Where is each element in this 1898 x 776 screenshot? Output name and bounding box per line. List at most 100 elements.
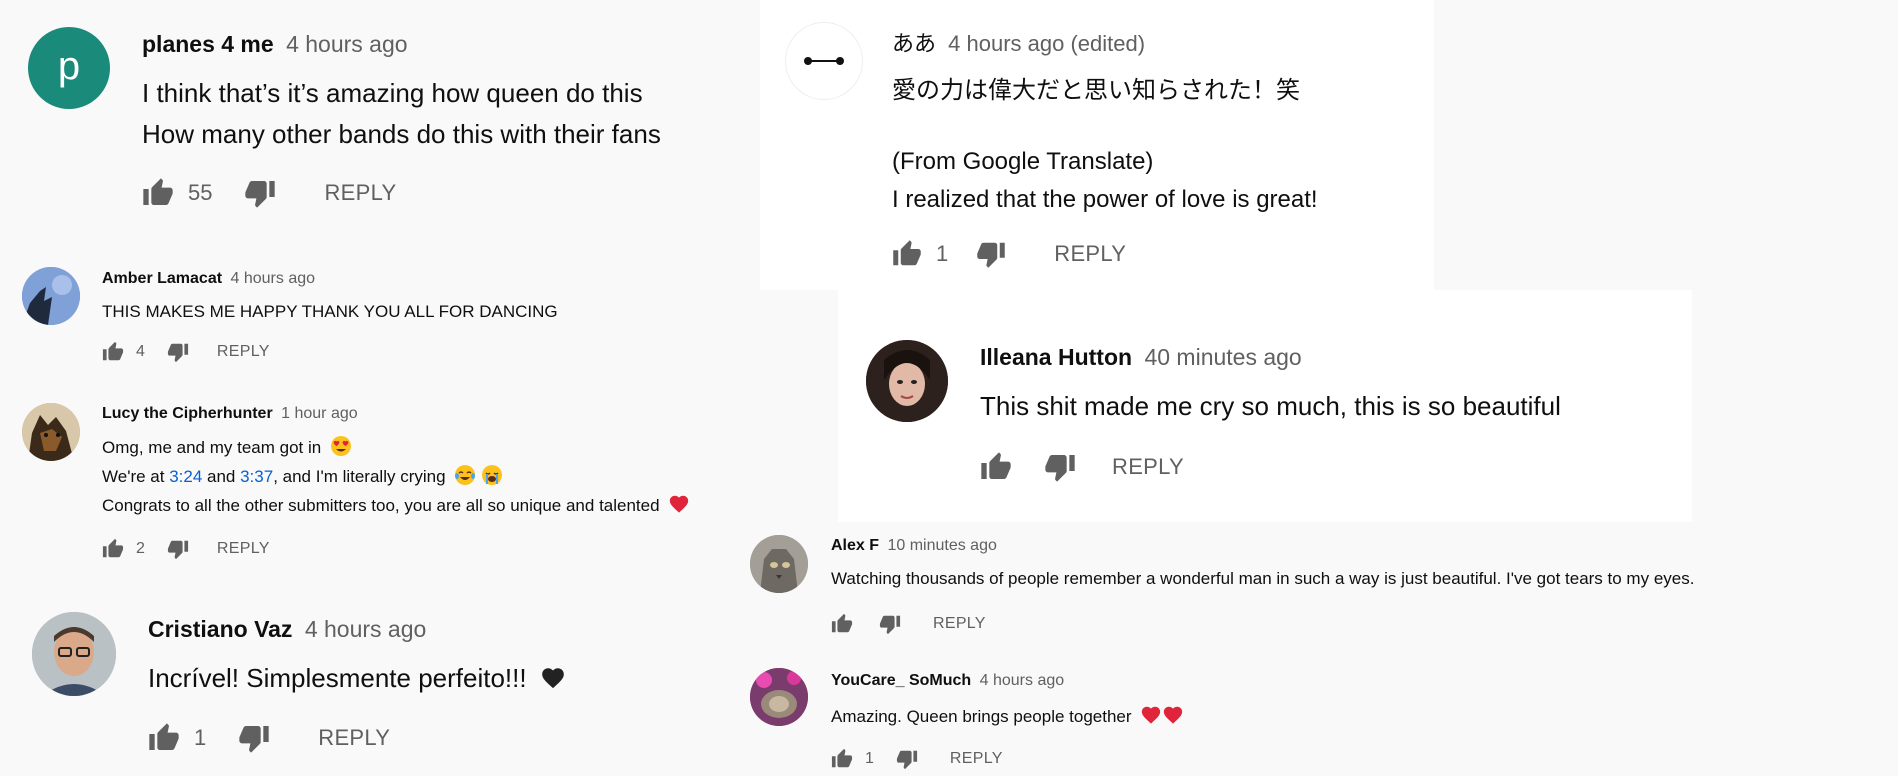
author-name[interactable]: ああ	[892, 31, 936, 56]
comment-actions: 1 REPLY	[892, 239, 1126, 269]
comment-actions: 4 REPLY	[102, 341, 270, 363]
author-name[interactable]: Alex F	[831, 537, 879, 554]
avatar[interactable]: p	[28, 27, 110, 109]
thumbs-down-icon[interactable]	[896, 748, 918, 770]
timestamp[interactable]: 4 hours ago	[980, 672, 1065, 689]
thumbs-down-icon[interactable]	[1044, 451, 1076, 483]
thumbs-down-icon[interactable]	[879, 613, 901, 635]
thumbs-down-icon[interactable]	[976, 239, 1006, 269]
comment-text-line: THIS MAKES ME HAPPY THANK YOU ALL FOR DA…	[102, 302, 558, 321]
comment-alex-f: Alex F 10 minutes ago Watching thousands…	[740, 525, 1898, 650]
author-name[interactable]: Amber Lamacat	[102, 270, 222, 287]
timestamp[interactable]: 10 minutes ago	[887, 537, 996, 554]
tears-of-joy-emoji	[454, 464, 476, 486]
thumbs-down-icon[interactable]	[238, 722, 270, 754]
reply-button[interactable]: REPLY	[217, 540, 270, 558]
thumbs-down-icon[interactable]	[167, 341, 189, 363]
avatar[interactable]	[866, 340, 948, 422]
comment-text-line: How many other bands do this with their …	[142, 119, 661, 149]
comment-text-line: Congrats to all the other submitters too…	[102, 493, 690, 516]
avatar-image	[32, 612, 116, 696]
thumbs-up-icon[interactable]	[148, 722, 180, 754]
comment-text-line: Incrível! Simplesmente perfeito!!!	[148, 663, 566, 694]
text-segment: We're at	[102, 467, 170, 486]
like-count: 55	[188, 180, 213, 205]
text-segment: , and I'm literally crying	[273, 467, 446, 486]
avatar[interactable]	[22, 403, 80, 461]
avatar-image	[22, 267, 80, 325]
text-segment: Congrats to all the other submitters too…	[102, 496, 660, 515]
timestamp[interactable]: 1 hour ago	[281, 405, 358, 422]
author-name[interactable]: planes 4 me	[142, 31, 274, 57]
timestamp[interactable]: 4 hours ago	[231, 270, 316, 287]
comment-youcare-somuch: YouCare_ SoMuch 4 hours ago Amazing. Que…	[740, 660, 1898, 776]
avatar-image	[750, 668, 808, 726]
reply-button[interactable]: REPLY	[318, 725, 390, 751]
thumbs-up-icon[interactable]	[142, 177, 174, 209]
comment-header: Cristiano Vaz 4 hours ago	[148, 616, 426, 643]
like-count: 1	[865, 750, 874, 767]
comment-header: ああ 4 hours ago (edited)	[892, 26, 1145, 58]
reply-button[interactable]: REPLY	[1054, 241, 1126, 267]
thumbs-up-icon[interactable]	[980, 451, 1012, 483]
like-count: 1	[936, 241, 949, 266]
thumbs-up-icon[interactable]	[831, 748, 853, 770]
reply-button[interactable]: REPLY	[324, 180, 396, 206]
comment-actions: 1 REPLY	[831, 748, 1003, 770]
heart-eyes-emoji	[330, 435, 352, 457]
comment-cristiano-vaz: Cristiano Vaz 4 hours ago Incrível! Simp…	[0, 600, 760, 776]
avatar[interactable]	[22, 267, 80, 325]
text-segment: Amazing. Queen brings people together	[831, 707, 1132, 726]
comment-text-line: This shit made me cry so much, this is s…	[980, 391, 1561, 421]
thumbs-down-icon[interactable]	[167, 538, 189, 560]
heart-icon	[668, 493, 690, 515]
author-name[interactable]: Illeana Hutton	[980, 344, 1132, 370]
thumbs-up-icon[interactable]	[831, 613, 853, 635]
author-name[interactable]: YouCare_ SoMuch	[831, 672, 971, 689]
comment-text-line: Omg, me and my team got in	[102, 435, 352, 458]
comment-text-line: I think that’s it’s amazing how queen do…	[142, 78, 643, 108]
comment-actions: 55 REPLY	[142, 177, 397, 209]
text-segment: and	[202, 467, 241, 486]
author-name[interactable]: Lucy the Cipherhunter	[102, 405, 273, 422]
timestamp[interactable]: 4 hours ago	[305, 616, 426, 642]
timestamp-link[interactable]: 3:37	[240, 467, 273, 486]
avatar[interactable]	[750, 535, 808, 593]
avatar-image	[866, 340, 948, 422]
avatar-image	[750, 535, 808, 593]
like-count: 4	[136, 343, 145, 360]
reply-button[interactable]: REPLY	[217, 343, 270, 361]
comment-text-line: (From Google Translate)	[892, 148, 1154, 175]
thumbs-up-icon[interactable]	[102, 341, 124, 363]
heart-icon	[1140, 704, 1162, 726]
timestamp[interactable]: 4 hours ago	[286, 31, 407, 57]
comment-text-line: 愛の力は偉大だと思い知らされた！笑	[892, 77, 1300, 104]
reply-button[interactable]: REPLY	[933, 615, 986, 633]
reply-button[interactable]: REPLY	[1112, 454, 1184, 480]
thumbs-up-icon[interactable]	[892, 239, 922, 269]
avatar[interactable]	[785, 22, 863, 100]
crying-emoji	[481, 464, 503, 486]
timestamp-link[interactable]: 3:24	[169, 467, 202, 486]
comment-header: Alex F 10 minutes ago	[831, 537, 997, 555]
thumbs-up-icon[interactable]	[102, 538, 124, 560]
comment-text-line: We're at 3:24 and 3:37, and I'm literall…	[102, 464, 503, 487]
timestamp[interactable]: 40 minutes ago	[1144, 344, 1301, 370]
comment-illeana-hutton: Illeana Hutton 40 minutes ago This shit …	[838, 300, 1692, 500]
comment-amber-lamacat: Amber Lamacat 4 hours ago THIS MAKES ME …	[0, 255, 760, 375]
timestamp[interactable]: 4 hours ago (edited)	[948, 31, 1145, 56]
thumbs-down-icon[interactable]	[244, 177, 276, 209]
heart-icon	[1162, 704, 1184, 726]
reply-button[interactable]: REPLY	[950, 750, 1003, 768]
comment-header: Lucy the Cipherhunter 1 hour ago	[102, 405, 358, 423]
avatar-image	[22, 403, 80, 461]
comment-actions: REPLY	[831, 613, 986, 635]
avatar[interactable]	[32, 612, 116, 696]
author-name[interactable]: Cristiano Vaz	[148, 616, 292, 642]
avatar[interactable]	[750, 668, 808, 726]
like-count: 2	[136, 540, 145, 557]
comment-header: Illeana Hutton 40 minutes ago	[980, 344, 1302, 371]
comment-lucy-the-cipherhunter: Lucy the Cipherhunter 1 hour ago Omg, me…	[0, 395, 810, 570]
comment-actions: 1 REPLY	[148, 722, 390, 754]
comment-header: Amber Lamacat 4 hours ago	[102, 270, 315, 288]
